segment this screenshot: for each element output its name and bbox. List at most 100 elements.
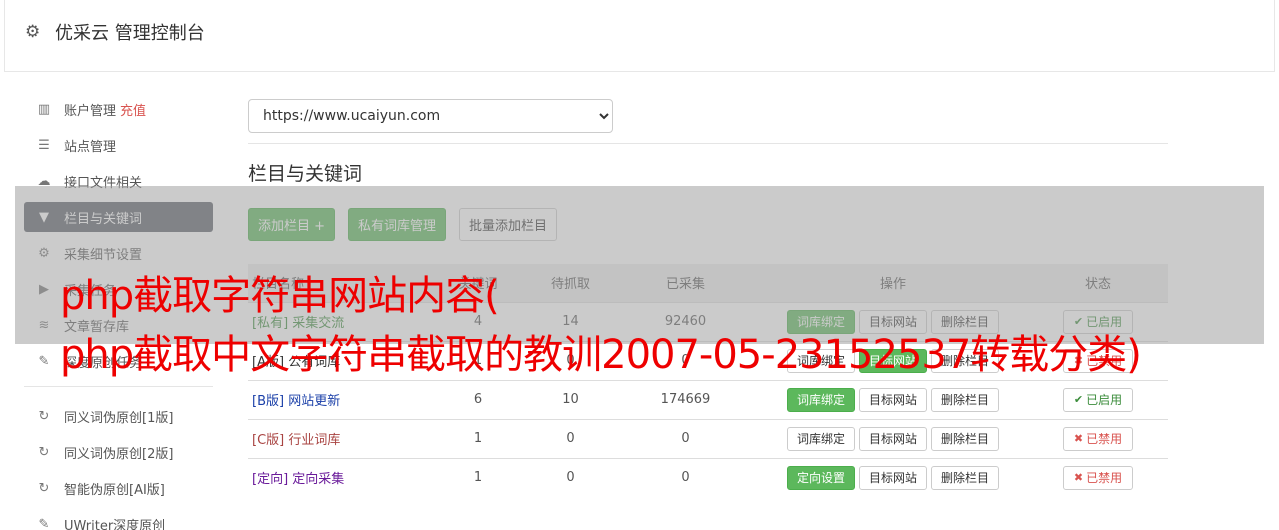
sidebar-item-0[interactable]: ▥ 账户管理 充值: [24, 94, 213, 124]
actions-cell: 定向设置 目标网站 删除栏目: [758, 457, 1028, 497]
actions-cell: 词库绑定 目标网站 删除栏目: [758, 418, 1028, 458]
sidebar-item-label: 采集细节设置: [64, 247, 143, 263]
sidebar-item-2[interactable]: ☁ 接口文件相关: [24, 166, 213, 196]
bind-library-button[interactable]: 定向设置: [786, 465, 855, 490]
cross-icon: ✖: [1073, 471, 1084, 485]
check-icon: ✔: [1073, 393, 1084, 406]
site-select[interactable]: https://www.ucaiyun.com: [248, 99, 613, 133]
refresh-icon: ↻: [38, 480, 50, 496]
private-library-button[interactable]: 私有词库管理: [348, 208, 447, 241]
column-tag: [定向]: [252, 472, 289, 488]
column-name[interactable]: 网站更新: [288, 394, 340, 409]
target-site-button[interactable]: 目标网站: [858, 426, 927, 451]
collected-count: 0: [613, 457, 758, 497]
sidebar-item-label: 同义词伪原创[1版]: [64, 410, 174, 426]
column-tag: [C版]: [252, 433, 285, 448]
collected-count: 174669: [613, 379, 758, 419]
column-name[interactable]: 定向采集: [292, 472, 344, 487]
sidebar-item-3[interactable]: ✎ UWriter深度原创: [24, 509, 213, 530]
target-site-button[interactable]: 目标网站: [858, 387, 927, 412]
delete-column-button[interactable]: 删除栏目: [931, 309, 1000, 334]
collected-count: 0: [613, 418, 758, 458]
database-icon: ≋: [38, 317, 50, 333]
column-name[interactable]: 行业词库: [288, 433, 340, 448]
sidebar-item-label: 站点管理: [64, 139, 117, 155]
content-divider: [248, 143, 1168, 144]
sidebar-divider: [24, 386, 213, 387]
app-header: ⚙ 优采云 管理控制台: [4, 0, 1275, 72]
sidebar-item-label: 账户管理: [64, 103, 117, 119]
bind-library-button[interactable]: 词库绑定: [786, 387, 855, 412]
edit-icon: ✎: [38, 516, 50, 530]
status-label: 已禁用: [1086, 432, 1123, 446]
status-toggle[interactable]: ✔ 已启用: [1062, 387, 1134, 412]
header-actions: 操作: [758, 264, 1028, 302]
sidebar-item-2[interactable]: ↻ 智能伪原创[AI版]: [24, 473, 213, 503]
server-icon: ☰: [38, 137, 50, 153]
watermark-line-1: php截取字符串网站内容(: [60, 273, 500, 319]
app-title: 优采云 管理控制台: [55, 23, 205, 44]
column-tag: [B版]: [252, 394, 285, 409]
status-label: 已启用: [1086, 393, 1123, 407]
sidebar-item-label: 同义词伪原创[2版]: [64, 446, 174, 462]
table-row: [B版] 网站更新 6 10 174669 词库绑定 目标网站 删除栏目 ✔ 已启用: [248, 379, 1168, 419]
sidebar-item-1[interactable]: ↻ 同义词伪原创[2版]: [24, 437, 213, 467]
table-row: [定向] 定向采集 1 0 0 定向设置 目标网站 删除栏目 ✖ 已禁用: [248, 457, 1168, 497]
sidebar-item-4[interactable]: ⚙ 采集细节设置: [24, 238, 213, 268]
pending-count[interactable]: 0: [528, 418, 613, 458]
delete-column-button[interactable]: 删除栏目: [931, 426, 1000, 451]
play-icon: ▶: [39, 281, 49, 297]
status-cell: ✖ 已禁用: [1028, 457, 1168, 497]
toolbar: 添加栏目 + 私有词库管理 批量添加栏目: [248, 208, 558, 241]
target-site-button[interactable]: 目标网站: [858, 465, 927, 490]
recharge-link[interactable]: 充值: [120, 100, 146, 119]
bind-library-button[interactable]: 词库绑定: [786, 309, 855, 334]
refresh-icon: ↻: [38, 408, 50, 424]
status-cell: ✔ 已启用: [1028, 379, 1168, 419]
batch-add-column-button[interactable]: 批量添加栏目: [459, 208, 558, 241]
header-status: 状态: [1028, 264, 1168, 302]
bind-library-button[interactable]: 词库绑定: [786, 426, 855, 451]
delete-column-button[interactable]: 删除栏目: [931, 387, 1000, 412]
refresh-icon: ↻: [38, 444, 50, 460]
keywords-count: 1: [428, 457, 528, 497]
delete-column-button[interactable]: 删除栏目: [931, 465, 1000, 490]
cross-icon: ✖: [1073, 432, 1084, 445]
status-cell: ✖ 已禁用: [1028, 418, 1168, 458]
sidebar-item-3[interactable]: ▼ 栏目与关键词: [24, 202, 213, 232]
cogs-icon: ⚙: [38, 245, 50, 261]
actions-cell: 词库绑定 目标网站 删除栏目: [758, 379, 1028, 419]
filter-icon: ▼: [39, 209, 49, 225]
pending-count[interactable]: 0: [528, 457, 613, 497]
check-icon: ✔: [1073, 315, 1084, 328]
status-toggle[interactable]: ✖ 已禁用: [1062, 426, 1134, 451]
add-column-button[interactable]: 添加栏目 +: [248, 208, 336, 241]
header-collected: 已采集: [613, 264, 758, 302]
bar-chart-icon: ▥: [37, 101, 51, 117]
sidebar-item-label: UWriter深度原创: [64, 518, 166, 530]
column-name-cell: [定向] 定向采集: [248, 457, 428, 497]
main-content: https://www.ucaiyun.com 栏目与关键词 添加栏目 + 私有…: [248, 99, 1168, 497]
sidebar-item-1[interactable]: ☰ 站点管理: [24, 130, 213, 160]
sidebar-item-0[interactable]: ↻ 同义词伪原创[1版]: [24, 401, 213, 431]
status-label: 已启用: [1086, 315, 1123, 329]
table-row: [C版] 行业词库 1 0 0 词库绑定 目标网站 删除栏目 ✖ 已禁用: [248, 418, 1168, 458]
page-title: 栏目与关键词: [248, 163, 363, 185]
status-label: 已禁用: [1086, 471, 1123, 486]
cloud-upload-icon: ☁: [37, 173, 51, 189]
keywords-count: 6: [428, 379, 528, 419]
sidebar-item-label: 智能伪原创[AI版]: [64, 482, 165, 498]
sidebar-item-label: 栏目与关键词: [64, 211, 143, 227]
status-toggle[interactable]: ✔ 已启用: [1062, 309, 1134, 334]
gear-icon[interactable]: ⚙: [25, 22, 45, 42]
column-name-cell: [C版] 行业词库: [248, 418, 428, 458]
pending-count[interactable]: 10: [528, 379, 613, 419]
target-site-button[interactable]: 目标网站: [858, 309, 927, 334]
column-name-cell: [B版] 网站更新: [248, 379, 428, 419]
watermark-line-2: php截取中文字符串截取的教训2007-05-23152537转载分类): [60, 332, 1142, 378]
header-pending: 待抓取: [528, 264, 613, 302]
sidebar-item-label: 接口文件相关: [64, 175, 143, 191]
keywords-count: 1: [428, 418, 528, 458]
status-toggle[interactable]: ✖ 已禁用: [1062, 465, 1134, 490]
edit-icon: ✎: [38, 353, 50, 369]
